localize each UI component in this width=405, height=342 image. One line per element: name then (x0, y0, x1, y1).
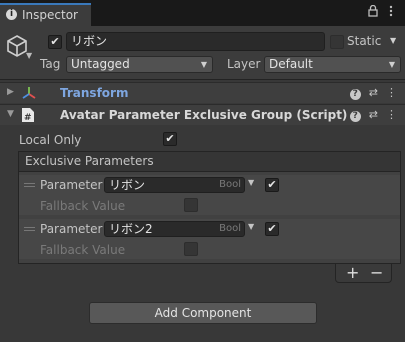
tag-label: Tag (40, 57, 61, 71)
remove-element-button[interactable]: − (370, 263, 383, 282)
parameter-dropdown-icon[interactable]: ▼ (248, 222, 254, 231)
help-icon[interactable]: ? (349, 111, 361, 122)
add-element-button[interactable]: + (346, 263, 359, 282)
parameter-field[interactable]: リボン Bool (104, 177, 245, 193)
chevron-down-icon: ▼ (388, 60, 395, 69)
info-icon: i (6, 9, 17, 20)
parameter-enabled-checkbox[interactable]: ✔ (265, 222, 279, 236)
component-transform[interactable]: ▶ Transform ? ⇄ ⋮ (0, 82, 405, 103)
add-component-button[interactable]: Add Component (89, 302, 317, 324)
chevron-down-icon[interactable]: ▼ (26, 51, 32, 60)
static-label: Static (347, 34, 382, 48)
fallback-label: Fallback Value (40, 243, 126, 257)
lock-icon[interactable] (368, 4, 378, 20)
layer-label: Layer (227, 57, 261, 71)
component-script[interactable]: ▼ # Avatar Parameter Exclusive Group (Sc… (0, 104, 405, 125)
parameter-value: リボン2 (109, 222, 153, 236)
fallback-label: Fallback Value (40, 199, 126, 213)
tab-bar: i Inspector (0, 0, 405, 26)
list-header: Exclusive Parameters (18, 151, 401, 172)
more-vert-icon[interactable]: ⋮ (386, 108, 397, 121)
presets-icon[interactable]: ⇄ (369, 86, 378, 99)
svg-text:#: # (24, 113, 32, 123)
parameter-field[interactable]: リボン2 Bool (104, 221, 245, 237)
fallback-checkbox[interactable] (184, 198, 198, 212)
more-vert-icon[interactable] (389, 5, 393, 20)
layer-dropdown[interactable]: Default ▼ (264, 56, 401, 73)
local-only-checkbox[interactable]: ✔ (163, 132, 177, 146)
tag-dropdown[interactable]: Untagged ▼ (66, 56, 213, 73)
component-title: Transform (60, 86, 129, 100)
fold-right-icon[interactable]: ▶ (7, 87, 14, 97)
static-dropdown-icon[interactable]: ▼ (390, 36, 396, 45)
object-name-field[interactable]: リボン (66, 32, 325, 51)
active-checkbox[interactable]: ✔ (48, 35, 62, 49)
help-icon[interactable]: ? (349, 89, 361, 100)
script-icon: # (21, 107, 35, 126)
static-checkbox[interactable] (330, 35, 344, 49)
inspector-tab[interactable]: i Inspector (0, 3, 91, 26)
layer-value: Default (269, 57, 313, 71)
component-tools: ? ⇄ ⋮ (349, 86, 397, 100)
local-only-label: Local Only (19, 133, 82, 147)
parameter-label: Parameter (40, 178, 103, 192)
chevron-down-icon: ▼ (200, 60, 207, 69)
type-tag: Bool (219, 223, 241, 234)
list-footer: + − (335, 263, 392, 283)
component-tools: ? ⇄ ⋮ (349, 108, 397, 122)
parameter-label: Parameter (40, 222, 103, 236)
component-title: Avatar Parameter Exclusive Group (Script… (60, 108, 348, 122)
transform-icon (21, 85, 37, 104)
parameter-dropdown-icon[interactable]: ▼ (248, 178, 254, 187)
gameobject-cube-icon[interactable] (6, 34, 28, 61)
parameter-value: リボン (109, 178, 146, 192)
tab-title: Inspector (22, 8, 78, 22)
gameobject-header: ▼ ✔ リボン Static ▼ Tag Untagged ▼ Layer De… (0, 26, 405, 80)
fold-down-icon[interactable]: ▼ (7, 109, 14, 119)
more-vert-icon[interactable]: ⋮ (386, 86, 397, 99)
list-item: Parameter リボン Bool ▼ ✔ Fallback Value (19, 175, 400, 215)
list-header-label: Exclusive Parameters (25, 154, 154, 168)
presets-icon[interactable]: ⇄ (369, 108, 378, 121)
type-tag: Bool (219, 179, 241, 190)
drag-handle-icon[interactable] (24, 183, 35, 187)
drag-handle-icon[interactable] (24, 227, 35, 231)
parameter-enabled-checkbox[interactable]: ✔ (265, 178, 279, 192)
tag-value: Untagged (71, 57, 130, 71)
list-item: Parameter リボン2 Bool ▼ ✔ Fallback Value (19, 219, 400, 259)
fallback-checkbox[interactable] (184, 242, 198, 256)
